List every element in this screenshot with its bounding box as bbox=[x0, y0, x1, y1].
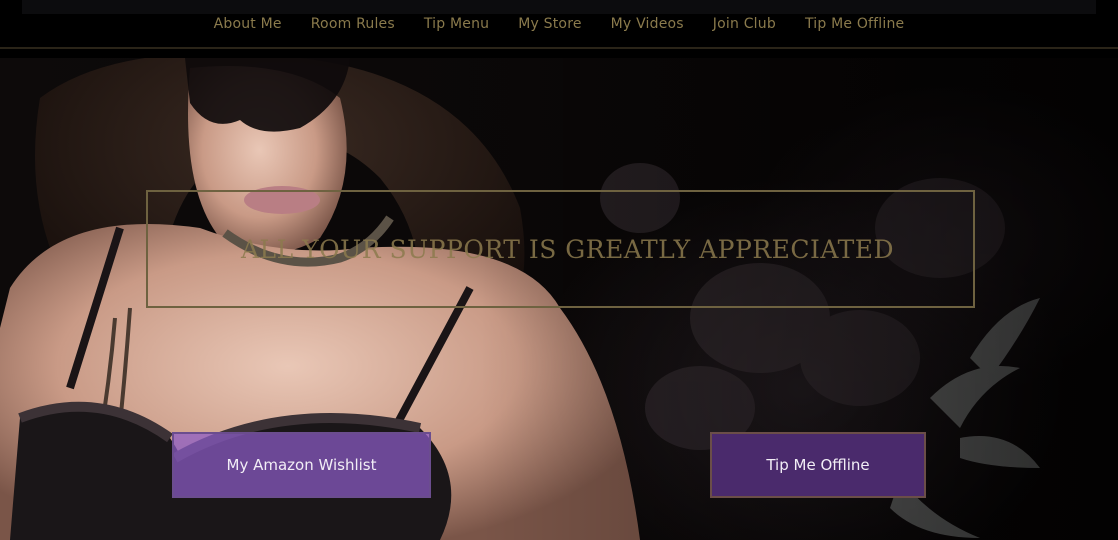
nav-item-join-club[interactable]: Join Club bbox=[713, 16, 776, 32]
main-nav: About Me Room Rules Tip Menu My Store My… bbox=[0, 12, 1118, 36]
quote-frame: All your support is greatly appreciated bbox=[146, 190, 975, 308]
page: About Me Room Rules Tip Menu My Store My… bbox=[0, 0, 1118, 540]
nav-item-my-videos[interactable]: My Videos bbox=[611, 16, 684, 32]
nav-item-my-store[interactable]: My Store bbox=[518, 16, 581, 32]
nav-item-about-me[interactable]: About Me bbox=[214, 16, 282, 32]
nav-item-tip-me-offline[interactable]: Tip Me Offline bbox=[805, 16, 904, 32]
amazon-wishlist-button[interactable]: My Amazon Wishlist bbox=[172, 432, 431, 498]
site-header: About Me Room Rules Tip Menu My Store My… bbox=[0, 0, 1118, 49]
amazon-wishlist-label: My Amazon Wishlist bbox=[226, 456, 377, 474]
tip-me-offline-label: Tip Me Offline bbox=[766, 456, 870, 474]
support-quote: All your support is greatly appreciated bbox=[240, 234, 895, 264]
nav-item-room-rules[interactable]: Room Rules bbox=[311, 16, 395, 32]
header-divider bbox=[0, 47, 1118, 49]
nav-item-tip-menu[interactable]: Tip Menu bbox=[424, 16, 489, 32]
tip-me-offline-button[interactable]: Tip Me Offline bbox=[710, 432, 926, 498]
